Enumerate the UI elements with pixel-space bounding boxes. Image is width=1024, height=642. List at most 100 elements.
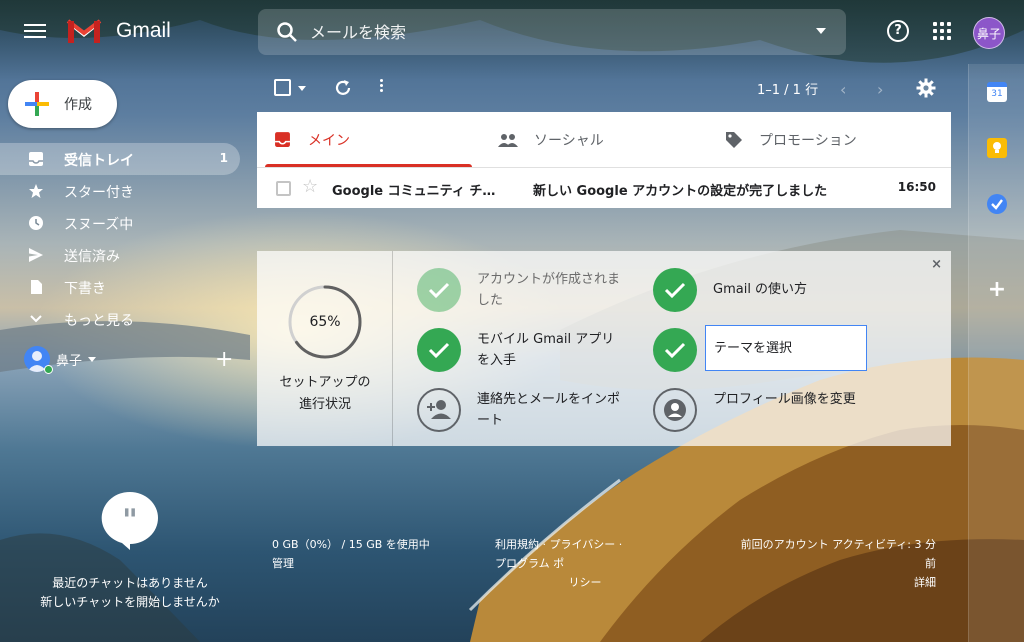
newer-page-button[interactable]: ›	[877, 80, 883, 99]
tab-label: メイン	[308, 133, 350, 149]
keep-icon[interactable]	[987, 138, 1007, 158]
select-all-checkbox[interactable]	[274, 79, 291, 96]
sidebar-item-label: 送信済み	[64, 249, 120, 265]
hangouts-user[interactable]: 鼻子 +	[0, 343, 240, 375]
tasks-icon[interactable]	[987, 194, 1007, 214]
refresh-icon[interactable]	[333, 78, 353, 98]
policy-link-continued[interactable]: リシー	[495, 573, 635, 592]
sidebar-item-label: 下書き	[64, 281, 106, 297]
storage-usage: 0 GB（0%） / 15 GB を使用中 管理	[272, 535, 430, 573]
task-label: モバイル Gmail アプリを入手	[477, 332, 615, 368]
profile-icon	[653, 388, 697, 432]
table-row[interactable]: ☆ Google コミュニティ チ… 新しい Google アカウントの設定が完…	[257, 168, 951, 208]
mail-list-panel: メイン ソーシャル プロモーション ☆ Google コミュニティ チ… 新しい…	[257, 112, 951, 208]
unread-count: 1	[219, 151, 228, 165]
send-icon	[29, 248, 43, 262]
search-input[interactable]	[310, 9, 790, 55]
settings-gear-icon[interactable]	[916, 78, 936, 98]
search-options-caret-icon[interactable]	[816, 28, 826, 34]
inbox-icon	[29, 152, 43, 166]
task-account-created[interactable]: アカウントが作成されました	[417, 265, 647, 315]
clock-icon	[29, 216, 43, 230]
sidebar-nav: 受信トレイ 1 スター付き スヌーズ中 送信済み 下書き もっと見る	[0, 143, 240, 335]
manage-storage-link[interactable]: 管理	[272, 554, 430, 573]
top-bar: Gmail ? 鼻子	[0, 0, 1024, 64]
close-icon[interactable]: ×	[931, 257, 942, 272]
setup-progress-summary: 65% セットアップの 進行状況	[257, 251, 393, 446]
inbox-icon	[275, 132, 290, 147]
check-icon	[417, 328, 461, 372]
compose-button[interactable]: 作成	[8, 80, 117, 128]
sidebar-item-label: もっと見る	[64, 313, 134, 329]
task-label: 連絡先とメールをインポート	[477, 392, 621, 428]
add-person-icon	[417, 388, 461, 432]
sidebar-item-more[interactable]: もっと見る	[0, 303, 240, 335]
progress-percent: 65%	[309, 314, 341, 330]
hamburger-icon	[24, 24, 46, 26]
chat-empty-state: " 最近のチャットはありません 新しいチャットを開始しませんか	[0, 490, 260, 612]
sidebar-item-snoozed[interactable]: スヌーズ中	[0, 207, 240, 239]
task-choose-theme[interactable]: テーマを選択	[653, 325, 883, 375]
sidebar-item-drafts[interactable]: 下書き	[0, 271, 240, 303]
task-import-contacts[interactable]: 連絡先とメールをインポート	[417, 385, 647, 435]
tab-label: プロモーション	[759, 133, 857, 149]
help-icon[interactable]: ?	[887, 20, 909, 42]
sidebar-item-inbox[interactable]: 受信トレイ 1	[0, 143, 240, 175]
row-checkbox[interactable]	[276, 181, 291, 196]
compose-plus-icon	[25, 92, 49, 116]
select-options-caret-icon[interactable]	[298, 86, 306, 91]
online-status-icon	[44, 365, 53, 374]
message-time: 16:50	[897, 180, 936, 194]
older-page-button[interactable]: ‹	[840, 80, 846, 99]
more-options-icon[interactable]	[380, 77, 384, 93]
sidebar-item-sent[interactable]: 送信済み	[0, 239, 240, 271]
activity-details-link[interactable]: 詳細	[630, 573, 936, 592]
get-addons-plus-icon[interactable]: +	[987, 279, 1007, 301]
task-label: Gmail の使い方	[713, 282, 808, 297]
start-chat-link[interactable]: 新しいチャットを開始しませんか	[0, 593, 260, 612]
setup-progress-card: 65% セットアップの 進行状況 アカウントが作成されました Gmail の使い…	[257, 251, 951, 446]
activity-text: 前回のアカウント アクティビティ: 3 分	[740, 538, 936, 551]
task-label: テーマを選択	[705, 325, 867, 371]
calendar-icon[interactable]: 31	[987, 82, 1007, 102]
check-icon	[653, 268, 697, 312]
star-toggle-icon[interactable]: ☆	[302, 176, 318, 197]
task-mobile-app[interactable]: モバイル Gmail アプリを入手	[417, 325, 647, 375]
account-avatar[interactable]: 鼻子	[973, 17, 1005, 49]
status-caret-icon[interactable]	[88, 357, 96, 362]
apps-grid-icon[interactable]	[933, 22, 951, 40]
search-bar[interactable]	[258, 9, 846, 55]
task-how-to-use-gmail[interactable]: Gmail の使い方	[653, 265, 883, 315]
footer-links[interactable]: 利用規約 · プライバシー · プログラム ポ リシー	[495, 535, 635, 592]
tab-promotions[interactable]: プロモーション	[708, 112, 951, 167]
sidebar-item-label: 受信トレイ	[64, 153, 134, 169]
message-sender: Google コミュニティ チ…	[332, 184, 496, 199]
message-subject: 新しい Google アカウントの設定が完了しました	[533, 184, 828, 199]
gmail-logo-icon[interactable]	[66, 17, 102, 45]
hangouts-quote-icon: "	[101, 491, 158, 550]
check-icon	[417, 268, 461, 312]
chevron-down-icon	[30, 315, 42, 323]
account-activity: 前回のアカウント アクティビティ: 3 分 前 詳細	[630, 535, 936, 592]
sidebar-item-starred[interactable]: スター付き	[0, 175, 240, 207]
side-panel-rail: 31 +	[968, 64, 1024, 642]
tab-primary[interactable]: メイン	[257, 112, 482, 167]
tab-social[interactable]: ソーシャル	[482, 112, 708, 167]
compose-label: 作成	[64, 97, 92, 113]
sidebar-item-label: スヌーズ中	[64, 217, 134, 233]
people-icon	[498, 134, 518, 147]
task-label: アカウントが作成されました	[477, 272, 621, 308]
pagination-range: 1–1 / 1 行	[757, 83, 819, 98]
activity-text-continued: 前	[925, 557, 936, 570]
chat-empty-line1: 最近のチャットはありません	[52, 576, 208, 590]
task-change-profile-photo[interactable]: プロフィール画像を変更	[653, 385, 883, 435]
tab-label: ソーシャル	[534, 133, 604, 149]
storage-text: 0 GB（0%） / 15 GB を使用中	[272, 538, 430, 551]
star-icon	[29, 184, 43, 198]
search-icon[interactable]	[276, 21, 298, 43]
hangouts-user-name: 鼻子	[56, 354, 83, 369]
app-name: Gmail	[116, 19, 171, 42]
terms-privacy-links[interactable]: 利用規約 · プライバシー · プログラム ポ	[495, 535, 635, 573]
new-chat-plus-icon[interactable]: +	[215, 347, 233, 372]
main-menu-button[interactable]	[22, 20, 48, 44]
